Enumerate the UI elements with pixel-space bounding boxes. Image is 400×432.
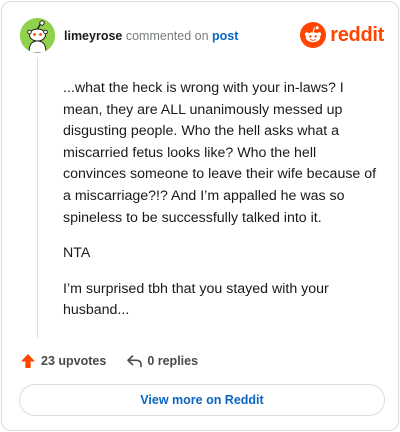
replies-button[interactable]: 0 replies (126, 354, 198, 368)
comment-card: limeyrose commented on post reddit ...wh… (1, 1, 399, 431)
upvote-count: 23 upvotes (41, 354, 107, 368)
thread-line (37, 58, 38, 338)
post-link[interactable]: post (212, 29, 238, 43)
upvote-button[interactable]: 23 upvotes (20, 353, 106, 369)
username-link[interactable]: limeyrose (64, 29, 122, 43)
view-more-button[interactable]: View more on Reddit (19, 384, 385, 416)
avatar[interactable] (20, 18, 55, 53)
reddit-wordmark: reddit (330, 23, 384, 46)
comment-paragraph: I’m surprised tbh that you stayed with y… (63, 280, 329, 319)
upvote-arrow-icon (21, 354, 35, 368)
comment-paragraph: ...what the heck is wrong with your in-l… (63, 80, 377, 226)
reply-count: 0 replies (147, 354, 199, 368)
comment-meta: limeyrose commented on post (64, 28, 238, 44)
comment-paragraph: NTA (63, 245, 91, 262)
action-text: commented on (125, 29, 209, 43)
reply-arrow-icon (127, 355, 143, 368)
comment-actions: 23 upvotes 0 replies (20, 351, 198, 371)
comment-header: limeyrose commented on post reddit (20, 18, 386, 54)
reddit-logo-icon (300, 22, 327, 48)
snoo-avatar-icon (20, 18, 55, 53)
comment-body: ...what the heck is wrong with your in-l… (63, 78, 383, 336)
reddit-brand[interactable]: reddit (300, 21, 384, 49)
